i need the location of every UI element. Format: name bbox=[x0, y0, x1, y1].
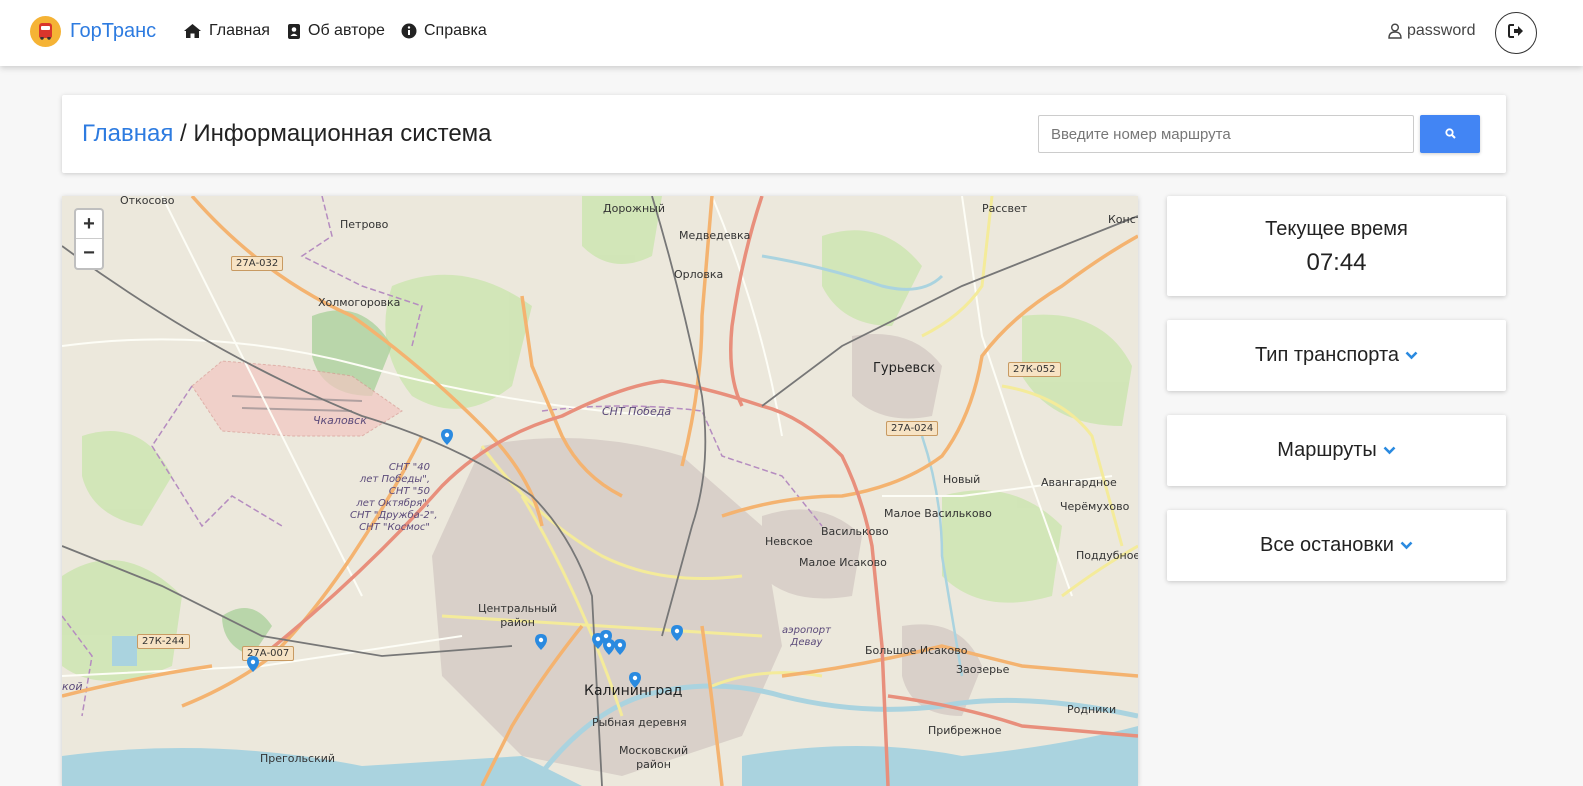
map-label: Холмогоровка bbox=[318, 296, 401, 309]
transport-type-panel[interactable]: Тип транспорта bbox=[1167, 320, 1506, 391]
map-marker-icon[interactable] bbox=[535, 634, 547, 650]
nav-about-label: Об авторе bbox=[308, 22, 385, 39]
breadcrumb-separator: / bbox=[173, 120, 194, 147]
page-title: Информационная система bbox=[193, 120, 492, 147]
map-label: Чкаловск bbox=[313, 414, 367, 427]
user-name: password bbox=[1407, 22, 1476, 39]
map-label: Малое Васильково bbox=[884, 507, 992, 520]
search-button[interactable] bbox=[1420, 115, 1480, 153]
map-label: Прибрежное bbox=[928, 724, 1002, 737]
map-label: Гурьевск bbox=[873, 361, 936, 376]
info-icon bbox=[401, 23, 417, 39]
map-label: СНТ "40 лет Победы", СНТ "50 лет Октября… bbox=[350, 462, 438, 533]
map-label: Черёмухово bbox=[1060, 500, 1130, 513]
map-label: Родники bbox=[1067, 703, 1117, 716]
nav-home[interactable]: Главная bbox=[183, 22, 270, 40]
current-time-panel: Текущее время 07:44 bbox=[1167, 196, 1506, 296]
road-shield: 27А-024 bbox=[886, 421, 939, 436]
map-marker-icon[interactable] bbox=[247, 656, 259, 672]
breadcrumb-card: Главная / Информационная система bbox=[62, 95, 1506, 173]
map-label: аэропорт Девау bbox=[782, 625, 831, 648]
routes-panel[interactable]: Маршруты bbox=[1167, 415, 1506, 486]
map[interactable]: + − Откосово Петрово Дорожный Медведевка… bbox=[62, 196, 1138, 786]
transport-type-label: Тип транспорта bbox=[1254, 344, 1400, 366]
bus-icon bbox=[30, 16, 61, 47]
nav-help[interactable]: Справка bbox=[401, 22, 487, 40]
map-label: Большое Исаково bbox=[865, 644, 968, 657]
nav-home-label: Главная bbox=[209, 22, 270, 39]
map-marker-icon[interactable] bbox=[441, 429, 453, 445]
map-label: Авангардное bbox=[1041, 476, 1117, 489]
zoom-control: + − bbox=[74, 208, 104, 270]
user-menu[interactable]: password bbox=[1388, 22, 1475, 40]
map-label: Конст bbox=[1108, 213, 1138, 226]
chevron-down-icon bbox=[1383, 446, 1396, 455]
home-icon bbox=[183, 23, 202, 39]
brand-link[interactable]: ГорТранс bbox=[30, 16, 156, 47]
all-stops-panel[interactable]: Все остановки bbox=[1167, 510, 1506, 581]
breadcrumb: Главная / Информационная система bbox=[82, 120, 492, 148]
nav-about[interactable]: Об авторе bbox=[287, 22, 385, 40]
route-search-input[interactable] bbox=[1038, 115, 1414, 153]
map-marker-icon[interactable] bbox=[614, 639, 626, 655]
contact-book-icon bbox=[287, 23, 301, 40]
search-icon bbox=[1444, 127, 1456, 142]
map-label: Невское bbox=[765, 535, 813, 548]
road-shield: 27А-032 bbox=[231, 256, 284, 271]
map-label: Откосово bbox=[120, 196, 175, 207]
brand-name: ГорТранс bbox=[70, 20, 157, 42]
routes-label: Маршруты bbox=[1277, 439, 1377, 461]
map-label: кой bbox=[62, 680, 83, 693]
transport-type-dropdown[interactable]: Тип транспорта bbox=[1167, 320, 1506, 391]
map-label: Малое Исаково bbox=[799, 556, 887, 569]
routes-dropdown[interactable]: Маршруты bbox=[1167, 415, 1506, 486]
map-label: СНТ Победа bbox=[602, 405, 672, 418]
map-label: Петрово bbox=[340, 218, 389, 231]
current-time-title: Текущее время bbox=[1265, 218, 1408, 240]
nav-help-label: Справка bbox=[424, 22, 487, 39]
map-marker-icon[interactable] bbox=[671, 625, 683, 641]
logout-button[interactable] bbox=[1495, 12, 1537, 54]
map-label: Московский район bbox=[619, 744, 689, 771]
map-label: Центральный район bbox=[478, 602, 558, 629]
all-stops-dropdown[interactable]: Все остановки bbox=[1167, 510, 1506, 581]
map-label: Прегольский bbox=[260, 752, 336, 765]
navbar: ГорТранс Главная Об авторе Справка passw… bbox=[0, 0, 1583, 66]
current-time-value: 07:44 bbox=[1306, 249, 1367, 276]
road-shield: 27К-244 bbox=[137, 634, 190, 649]
zoom-out-button[interactable]: − bbox=[76, 239, 102, 268]
map-label: Новый bbox=[943, 473, 981, 486]
all-stops-label: Все остановки bbox=[1260, 534, 1394, 556]
map-label: Медведевка bbox=[679, 229, 751, 242]
breadcrumb-home-link[interactable]: Главная bbox=[82, 120, 173, 147]
chevron-down-icon bbox=[1400, 541, 1413, 550]
map-label: Орловка bbox=[674, 268, 724, 281]
zoom-in-button[interactable]: + bbox=[76, 210, 102, 239]
sign-out-icon bbox=[1508, 23, 1524, 43]
map-label: Рыбная деревня bbox=[592, 716, 687, 729]
road-shield: 27К-052 bbox=[1008, 362, 1061, 377]
map-label: Заозерье bbox=[956, 663, 1010, 676]
map-label: Дорожный bbox=[603, 202, 665, 215]
map-marker-icon[interactable] bbox=[629, 672, 641, 688]
map-label: Поддубное bbox=[1076, 549, 1138, 562]
user-icon bbox=[1388, 23, 1402, 39]
map-label: Васильково bbox=[821, 525, 889, 538]
chevron-down-icon bbox=[1405, 351, 1418, 360]
map-label: Рассвет bbox=[982, 202, 1028, 215]
